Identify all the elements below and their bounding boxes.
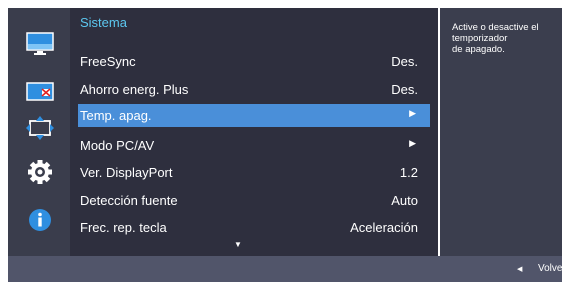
- back-arrow-icon[interactable]: ◀: [517, 265, 522, 273]
- help-description-text: Active o desactive el temporizador de ap…: [452, 22, 539, 55]
- back-label[interactable]: Volve: [538, 263, 562, 274]
- menu-item-label: Frec. rep. tecla: [80, 220, 167, 235]
- submenu-arrow-icon: ▶: [409, 108, 416, 118]
- menu-item-label: Modo PC/AV: [80, 138, 155, 153]
- menu-item-label: Detección fuente: [80, 193, 178, 208]
- menu-item-value: Des.: [391, 54, 418, 69]
- menu-item-value: Des.: [391, 82, 418, 97]
- help-description-panel: Active o desactive el temporizador de ap…: [440, 8, 562, 256]
- info-icon[interactable]: [26, 208, 54, 232]
- menu-item-modo-pc-av[interactable]: Modo PC/AV ▶: [70, 134, 438, 157]
- menu-item-label: Ver. DisplayPort: [80, 165, 173, 180]
- gear-icon[interactable]: [26, 160, 54, 184]
- menu-item-value: 1.2: [399, 165, 418, 180]
- menu-item-label: Temp. apag.: [80, 108, 152, 123]
- menu-title: Sistema: [80, 15, 127, 30]
- menu-item-ahorro-energ-plus[interactable]: Ahorro energ. Plus Des.: [70, 78, 438, 101]
- system-menu-panel: Sistema FreeSync Des. Ahorro energ. Plus…: [70, 8, 438, 256]
- menu-item-value: Auto: [391, 193, 418, 208]
- menu-item-label: FreeSync: [80, 54, 136, 69]
- color-icon[interactable]: [26, 80, 54, 104]
- menu-item-ver-displayport[interactable]: Ver. DisplayPort 1.2: [70, 161, 438, 184]
- picture-icon[interactable]: [26, 32, 54, 56]
- menu-item-value: Aceleración: [350, 220, 418, 235]
- menu-item-frec-rep-tecla[interactable]: Frec. rep. tecla Aceleración: [70, 216, 438, 239]
- menu-item-label: Ahorro energ. Plus: [80, 82, 189, 97]
- osd-menu: Sistema FreeSync Des. Ahorro energ. Plus…: [0, 0, 562, 282]
- menu-item-temp-apag[interactable]: Temp. apag. ▶: [78, 104, 430, 127]
- scroll-down-icon[interactable]: ▼: [234, 240, 242, 249]
- category-sidebar: [8, 8, 70, 256]
- bottom-bar: ◀ Volve: [8, 256, 562, 282]
- menu-item-freesync[interactable]: FreeSync Des.: [70, 50, 438, 73]
- submenu-arrow-icon: ▶: [409, 138, 416, 148]
- menu-item-deteccion-fuente[interactable]: Detección fuente Auto: [70, 189, 438, 212]
- size-position-icon[interactable]: [26, 116, 54, 140]
